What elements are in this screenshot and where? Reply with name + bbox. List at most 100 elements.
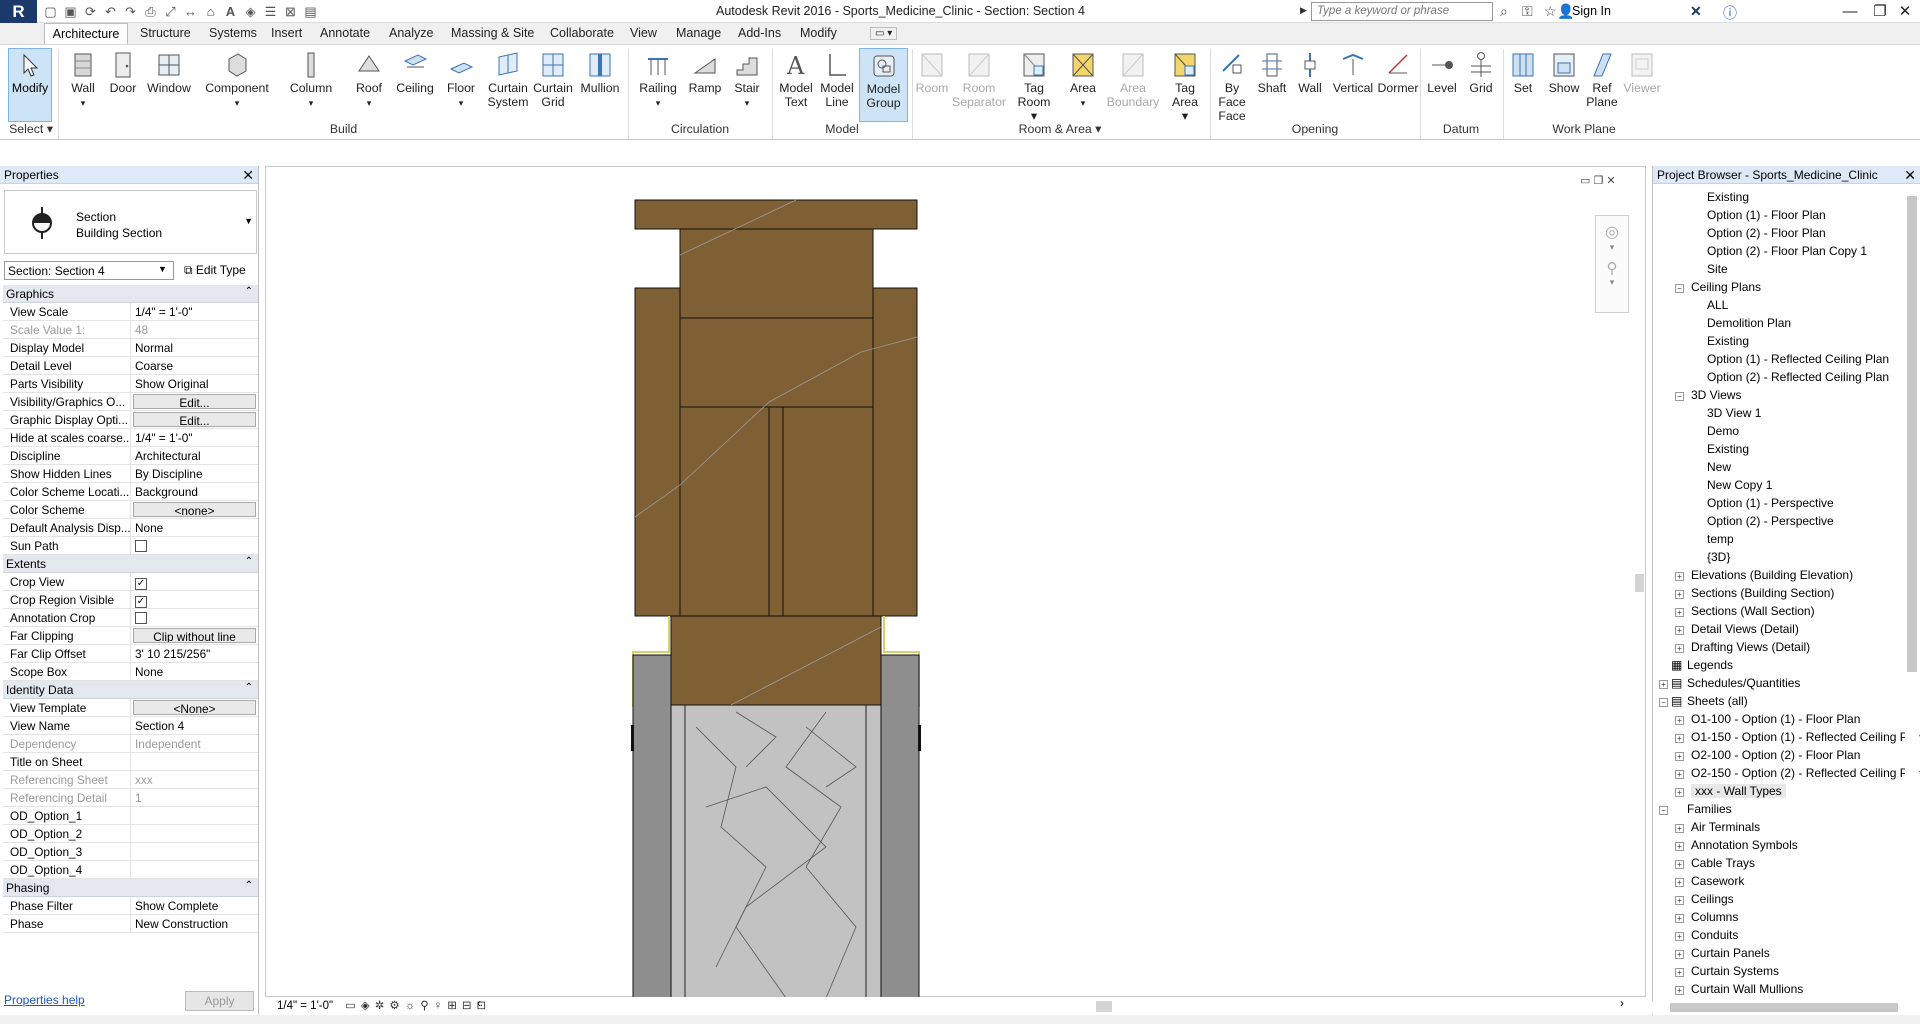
- property-value[interactable]: Background: [131, 483, 258, 500]
- collapse-icon[interactable]: −: [1675, 392, 1684, 401]
- property-value[interactable]: [131, 843, 258, 860]
- property-row[interactable]: OD_Option_3: [3, 843, 258, 861]
- property-value[interactable]: [131, 825, 258, 842]
- section-view-canvas[interactable]: [265, 166, 1646, 999]
- property-row[interactable]: Far Clipping Clip without line: [3, 627, 258, 645]
- property-row[interactable]: Default Analysis Disp... None: [3, 519, 258, 537]
- undo-icon[interactable]: ↶: [102, 3, 119, 20]
- expand-icon[interactable]: +: [1675, 842, 1684, 851]
- browser-tree-item[interactable]: Schedules/Quantities: [1687, 676, 1800, 690]
- expand-icon[interactable]: +: [1675, 914, 1684, 923]
- property-value[interactable]: Architectural: [131, 447, 258, 464]
- modify-button[interactable]: Modify: [8, 48, 52, 122]
- property-row[interactable]: Referencing Detail 1: [3, 789, 258, 807]
- print-icon[interactable]: ⎙: [142, 3, 159, 20]
- browser-tree-item[interactable]: Existing: [1707, 190, 1749, 204]
- revit-app-menu-button[interactable]: R: [0, 0, 37, 23]
- tab-architecture[interactable]: Architecture: [44, 23, 128, 45]
- expand-icon[interactable]: +: [1675, 824, 1684, 833]
- 3d-view-icon[interactable]: ◈: [242, 3, 259, 20]
- property-value[interactable]: <None>: [133, 700, 256, 715]
- property-value[interactable]: 1/4" = 1'-0": [131, 303, 258, 320]
- property-value[interactable]: Section 4: [131, 717, 258, 734]
- sign-in-button[interactable]: Sign In: [1572, 4, 1611, 18]
- property-row[interactable]: Phase Filter Show Complete: [3, 897, 258, 915]
- expand-icon[interactable]: +: [1675, 572, 1684, 581]
- tab-insert[interactable]: Insert: [271, 26, 302, 40]
- stair-button[interactable]: Stair ▾: [730, 48, 764, 120]
- tab-view[interactable]: View: [630, 26, 657, 40]
- property-row[interactable]: OD_Option_4: [3, 861, 258, 879]
- column-button[interactable]: Column ▾: [289, 48, 333, 120]
- property-value[interactable]: Normal: [131, 339, 258, 356]
- property-row[interactable]: Title on Sheet: [3, 753, 258, 771]
- property-row[interactable]: View Scale 1/4" = 1'-0": [3, 303, 258, 321]
- property-value[interactable]: ✓: [131, 591, 258, 608]
- property-row[interactable]: Display Model Normal: [3, 339, 258, 357]
- subscription-icon[interactable]: ⚿: [1522, 3, 1533, 20]
- browser-tree-item[interactable]: ALL: [1707, 298, 1728, 312]
- property-value[interactable]: 3' 10 215/256": [131, 645, 258, 662]
- favorites-star-icon[interactable]: ☆: [1544, 3, 1557, 20]
- text-icon[interactable]: A: [222, 3, 239, 20]
- browser-tree-item[interactable]: New: [1707, 460, 1731, 474]
- property-row[interactable]: Crop Region Visible ✓: [3, 591, 258, 609]
- edit-type-button[interactable]: ⧉ Edit Type: [180, 261, 257, 280]
- browser-tree-item[interactable]: Site: [1707, 262, 1728, 276]
- property-row[interactable]: Graphic Display Opti... Edit...: [3, 411, 258, 429]
- viewer-button[interactable]: Viewer: [1622, 48, 1662, 120]
- property-value[interactable]: None: [131, 519, 258, 536]
- property-row[interactable]: Scope Box None: [3, 663, 258, 681]
- tag-room-button[interactable]: Tag Room ▾: [1014, 48, 1054, 123]
- property-value[interactable]: None: [131, 663, 258, 680]
- dormer-button[interactable]: Dormer: [1376, 48, 1420, 120]
- group-extents[interactable]: Extents ⌃: [3, 555, 258, 573]
- property-value[interactable]: [131, 537, 258, 554]
- property-row[interactable]: Detail Level Coarse: [3, 357, 258, 375]
- expand-icon[interactable]: +: [1675, 878, 1684, 887]
- browser-tree-item[interactable]: Cable Trays: [1691, 856, 1755, 870]
- curtain-system-button[interactable]: Curtain System: [486, 48, 530, 120]
- redo-icon[interactable]: ↷: [122, 3, 139, 20]
- wheel-dropdown-icon[interactable]: ▾: [1596, 242, 1628, 253]
- browser-tree-item[interactable]: Conduits: [1691, 928, 1738, 942]
- properties-help-link[interactable]: Properties help: [4, 993, 85, 1007]
- tag-icon[interactable]: ⌂: [202, 3, 219, 20]
- property-value[interactable]: Coarse: [131, 357, 258, 374]
- view-close-icon[interactable]: ✕: [1606, 175, 1615, 187]
- expand-icon[interactable]: +: [1675, 590, 1684, 599]
- property-value[interactable]: Show Original: [131, 375, 258, 392]
- browser-tree-item[interactable]: Families: [1687, 802, 1732, 816]
- right-wall[interactable]: [880, 654, 920, 999]
- tab-systems[interactable]: Systems: [209, 26, 257, 40]
- expand-icon[interactable]: +: [1675, 734, 1684, 743]
- property-row[interactable]: Color Scheme <none>: [3, 501, 258, 519]
- property-value[interactable]: [131, 753, 258, 770]
- browser-tree-item[interactable]: O2-100 - Option (2) - Floor Plan: [1691, 748, 1860, 762]
- door-button[interactable]: Door: [106, 48, 140, 120]
- railing-button[interactable]: Railing ▾: [636, 48, 680, 120]
- zoom-dropdown-icon[interactable]: ▾: [1596, 277, 1628, 288]
- tab-structure[interactable]: Structure: [140, 26, 191, 40]
- browser-tree-item[interactable]: Curtain Systems: [1691, 964, 1779, 978]
- property-row[interactable]: Phase New Construction: [3, 915, 258, 933]
- wall-opening-button[interactable]: Wall: [1292, 48, 1328, 120]
- browser-tree-item[interactable]: Option (2) - Reflected Ceiling Plan: [1707, 370, 1889, 384]
- close-window-button[interactable]: ✕: [1890, 1, 1920, 22]
- property-row[interactable]: OD_Option_1: [3, 807, 258, 825]
- collapse-icon[interactable]: ⌃: [245, 556, 253, 567]
- view-restore-icon[interactable]: ❐: [1593, 175, 1603, 187]
- property-row[interactable]: Discipline Architectural: [3, 447, 258, 465]
- property-row[interactable]: Referencing Sheet xxx: [3, 771, 258, 789]
- property-row[interactable]: Color Scheme Locati... Background: [3, 483, 258, 501]
- tab-manage[interactable]: Manage: [676, 26, 721, 40]
- scroll-left-icon[interactable]: ‹: [477, 998, 481, 1010]
- expand-icon[interactable]: +: [1675, 644, 1684, 653]
- expand-icon[interactable]: +: [1675, 608, 1684, 617]
- model-line-button[interactable]: Model Line: [818, 48, 856, 120]
- browser-tree-item[interactable]: Ceiling Plans: [1691, 280, 1761, 294]
- browser-tree-item[interactable]: Option (1) - Floor Plan: [1707, 208, 1826, 222]
- property-row[interactable]: Dependency Independent: [3, 735, 258, 753]
- tab-collaborate[interactable]: Collaborate: [550, 26, 614, 40]
- view-control-icons[interactable]: ▭◈✲⚙☼⚲♀⊞⊟⊡: [345, 998, 491, 1012]
